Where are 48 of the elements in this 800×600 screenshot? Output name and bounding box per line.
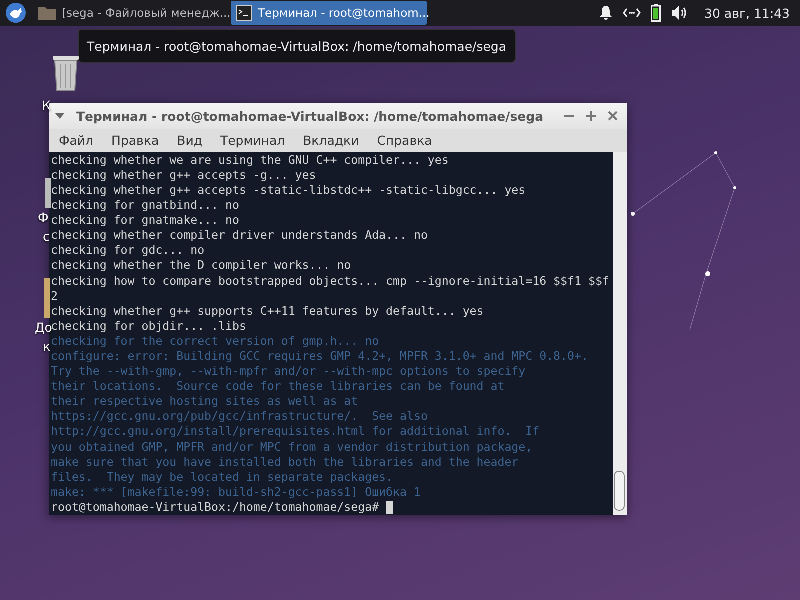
- terminal-line: make: *** [makefile:99: build-sh2-gcc-pass1] Ошибка 1: [51, 484, 422, 500]
- terminal-line: files. They may be located in separate packages.: [51, 470, 394, 485]
- terminal-line: checking whether g++ accepts -static-libstdc++ -static-libgcc... yes: [51, 182, 527, 198]
- terminal-line: you obtained GMP, MPFR and/or MPC from a vendor distribution package,: [51, 440, 534, 455]
- terminal-line: checking how to compare bootstrapped objects... cmp --ignore-initial=16 $$f1 $$f: [51, 274, 610, 289]
- terminal-line: checking whether g++ supports C++11 features by default... yes: [51, 304, 485, 319]
- icon-label: к: [43, 339, 51, 354]
- icon-label: Ф: [38, 210, 49, 225]
- taskbar-button[interactable]: [sega - Файловый менедж...: [33, 1, 229, 25]
- terminal-line: make sure that you have installed both the libraries and the header: [51, 454, 520, 470]
- terminal-line: checking for gdc... no: [51, 243, 206, 258]
- text-cursor: [386, 500, 394, 514]
- terminal-line: checking whether compiler driver understands Ada... no: [51, 228, 429, 244]
- menu-item[interactable]: Файл: [52, 133, 101, 148]
- app-menu-icon[interactable]: [5, 3, 27, 23]
- terminal-line: 2: [51, 288, 59, 304]
- menu-item[interactable]: Вкладки: [296, 133, 366, 148]
- window-title: Терминал - root@tomahomae-VirtualBox: /home/tomahomae/sega: [75, 108, 545, 124]
- menu-item[interactable]: Правка: [104, 133, 166, 148]
- clock[interactable]: 30 авг, 11:43: [704, 6, 790, 20]
- bell-icon[interactable]: [598, 5, 613, 21]
- terminal-line: checking for gnatbind... no: [51, 198, 240, 214]
- network-icon[interactable]: [622, 8, 641, 18]
- prompt-text: root@tomahomae-VirtualBox:/home/tomahomae/sega#: [51, 500, 380, 515]
- battery-icon[interactable]: [650, 4, 661, 22]
- terminal-line: Try the --with-gmp, --with-mpfr and/or --with-mpc options to specify: [51, 364, 527, 380]
- terminal-line: checking for objdir... .libs: [51, 318, 248, 333]
- terminal-line: their locations. Source code for these libraries can be found at: [51, 379, 506, 394]
- terminal-line: checking whether we are using the GNU C++ compiler... yes: [51, 152, 450, 168]
- terminal-line: checking whether g++ accepts -g... yes: [51, 168, 318, 183]
- icon-label: До: [35, 320, 52, 335]
- volume-icon[interactable]: [670, 5, 689, 21]
- terminal-line: configure: error: Building GCC requires GMP 4.2+, MPFR 3.1.0+ and MPC 0.8.0+.: [51, 348, 590, 364]
- menu-caret-icon[interactable]: [55, 113, 65, 120]
- icon-label: с: [43, 229, 50, 244]
- tooltip: Терминал - root@tomahomae-VirtualBox: /home/tomahomae/sega: [78, 29, 516, 63]
- menu-item[interactable]: Терминал: [213, 133, 292, 148]
- terminal-line: their respective hosting sites as well as at: [51, 394, 360, 410]
- terminal-line: http://gcc.gnu.org/install/prerequisites.html for additional info. If: [51, 424, 541, 440]
- menu-item[interactable]: Вид: [170, 133, 210, 148]
- terminal-line: https://gcc.gnu.org/pub/gcc/infrastructure/. See also: [51, 409, 429, 424]
- scrollbar-thumb[interactable]: [614, 471, 625, 511]
- terminal-line: checking whether the D compiler works... no: [51, 258, 352, 274]
- terminal-line: checking for gnatmake... no: [51, 213, 240, 228]
- scrollbar[interactable]: [613, 152, 627, 515]
- terminal-icon: [236, 5, 252, 21]
- terminal-line: checking for the correct version of gmp.h... no: [51, 334, 380, 349]
- menu-item[interactable]: Справка: [370, 133, 440, 148]
